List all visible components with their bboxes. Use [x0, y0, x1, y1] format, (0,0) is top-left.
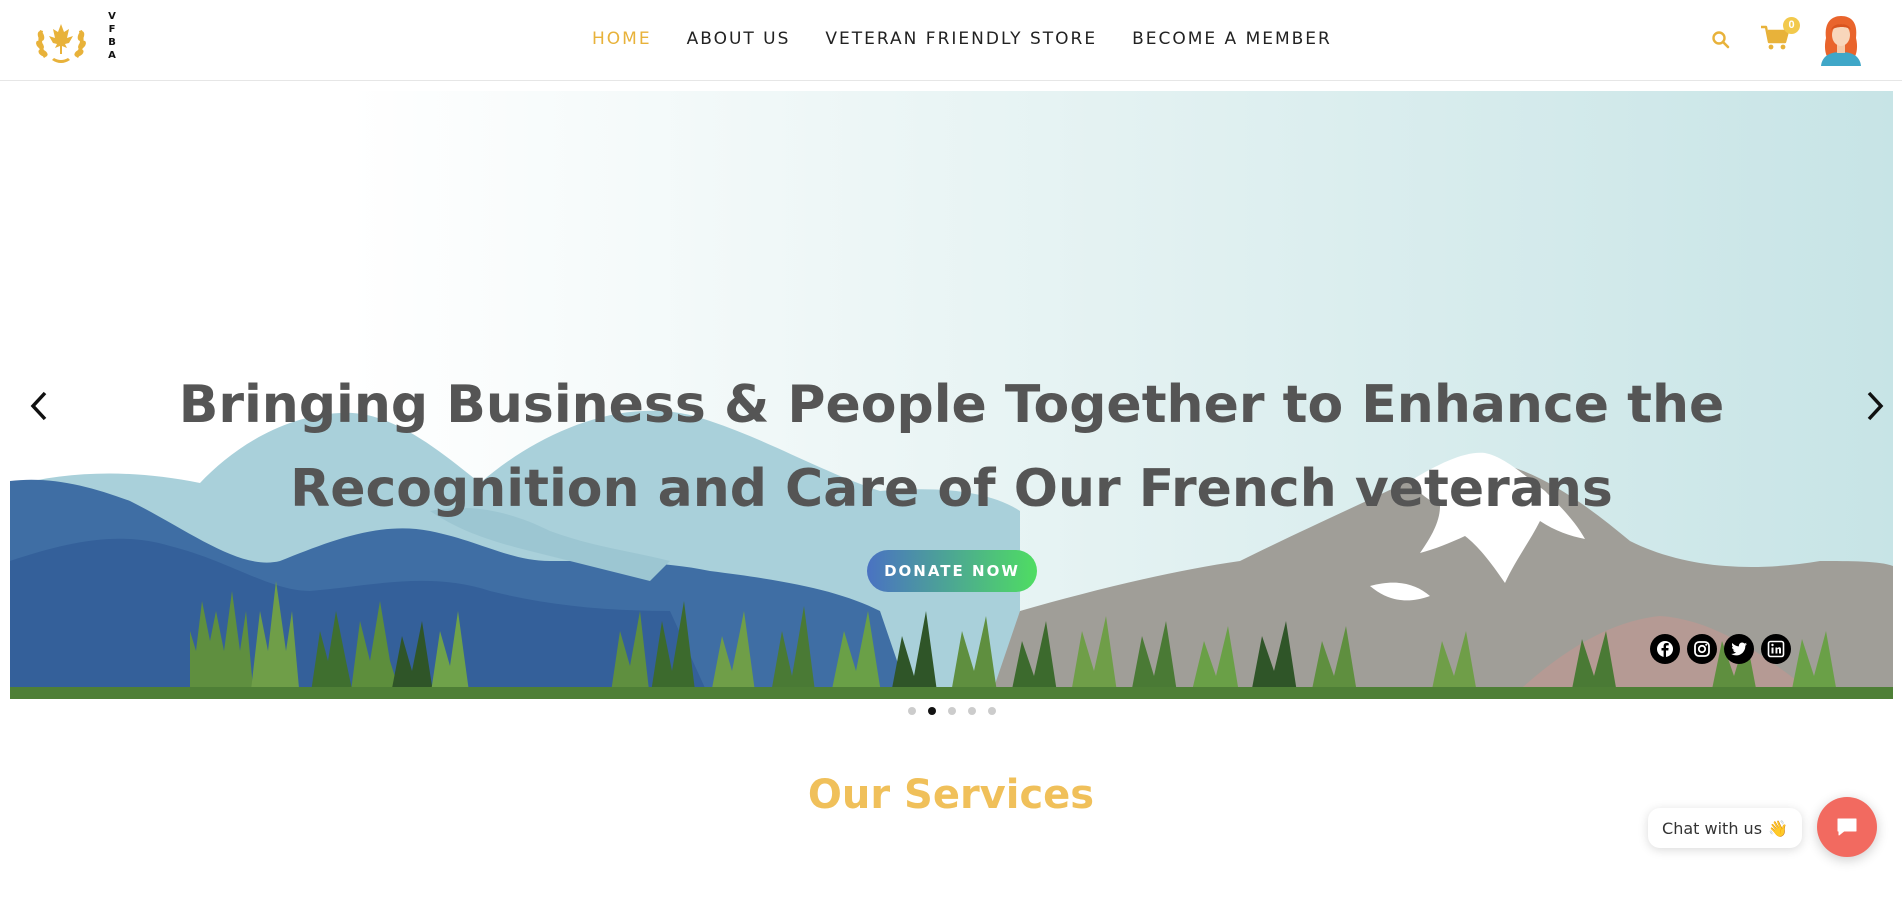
donate-now-button[interactable]: DONATE NOW: [867, 550, 1037, 592]
services-heading: Our Services: [807, 772, 1095, 818]
logo-letter: F: [108, 24, 116, 35]
instagram-icon[interactable]: [1687, 634, 1717, 664]
linkedin-icon[interactable]: [1761, 634, 1791, 664]
nav-veteran-friendly-store[interactable]: VETERAN FRIENDLY STORE: [825, 29, 1097, 49]
cart-count-badge: 0: [1783, 17, 1800, 34]
slider-dot-4[interactable]: [968, 707, 976, 715]
site-header: V F B A HOME ABOUT US VETERAN FRIENDLY S…: [0, 0, 1902, 81]
slider-dot-3[interactable]: [948, 707, 956, 715]
twitter-icon[interactable]: [1724, 634, 1754, 664]
logo-letter: V: [108, 11, 116, 22]
social-links: [1650, 634, 1791, 664]
chat-icon: [1837, 818, 1857, 836]
waving-hand-icon: 👋: [1768, 818, 1788, 838]
search-icon[interactable]: [1710, 29, 1732, 51]
main-nav: HOME ABOUT US VETERAN FRIENDLY STORE BEC…: [592, 29, 1332, 49]
slider-dot-2[interactable]: [928, 707, 936, 715]
nav-about-us[interactable]: ABOUT US: [687, 29, 791, 49]
nav-become-a-member[interactable]: BECOME A MEMBER: [1132, 29, 1332, 49]
hero-slider: Bringing Business & People Together to E…: [10, 91, 1893, 699]
chat-launcher-button[interactable]: [1817, 797, 1877, 857]
slider-pagination: [908, 707, 996, 715]
facebook-icon[interactable]: [1650, 634, 1680, 664]
avatar[interactable]: [1818, 14, 1864, 66]
hero-title: Bringing Business & People Together to E…: [178, 375, 1725, 519]
nav-home[interactable]: HOME: [592, 29, 652, 49]
logo-letter: A: [108, 50, 116, 61]
slider-dot-5[interactable]: [988, 707, 996, 715]
chat-label: Chat with us: [1662, 818, 1763, 838]
chat-with-us-bubble[interactable]: Chat with us 👋: [1648, 808, 1802, 848]
slider-dot-1[interactable]: [908, 707, 916, 715]
maple-leaf-logo-icon[interactable]: [34, 14, 88, 68]
logo-letter: B: [108, 37, 116, 48]
logo-wordmark: V F B A: [106, 10, 118, 62]
